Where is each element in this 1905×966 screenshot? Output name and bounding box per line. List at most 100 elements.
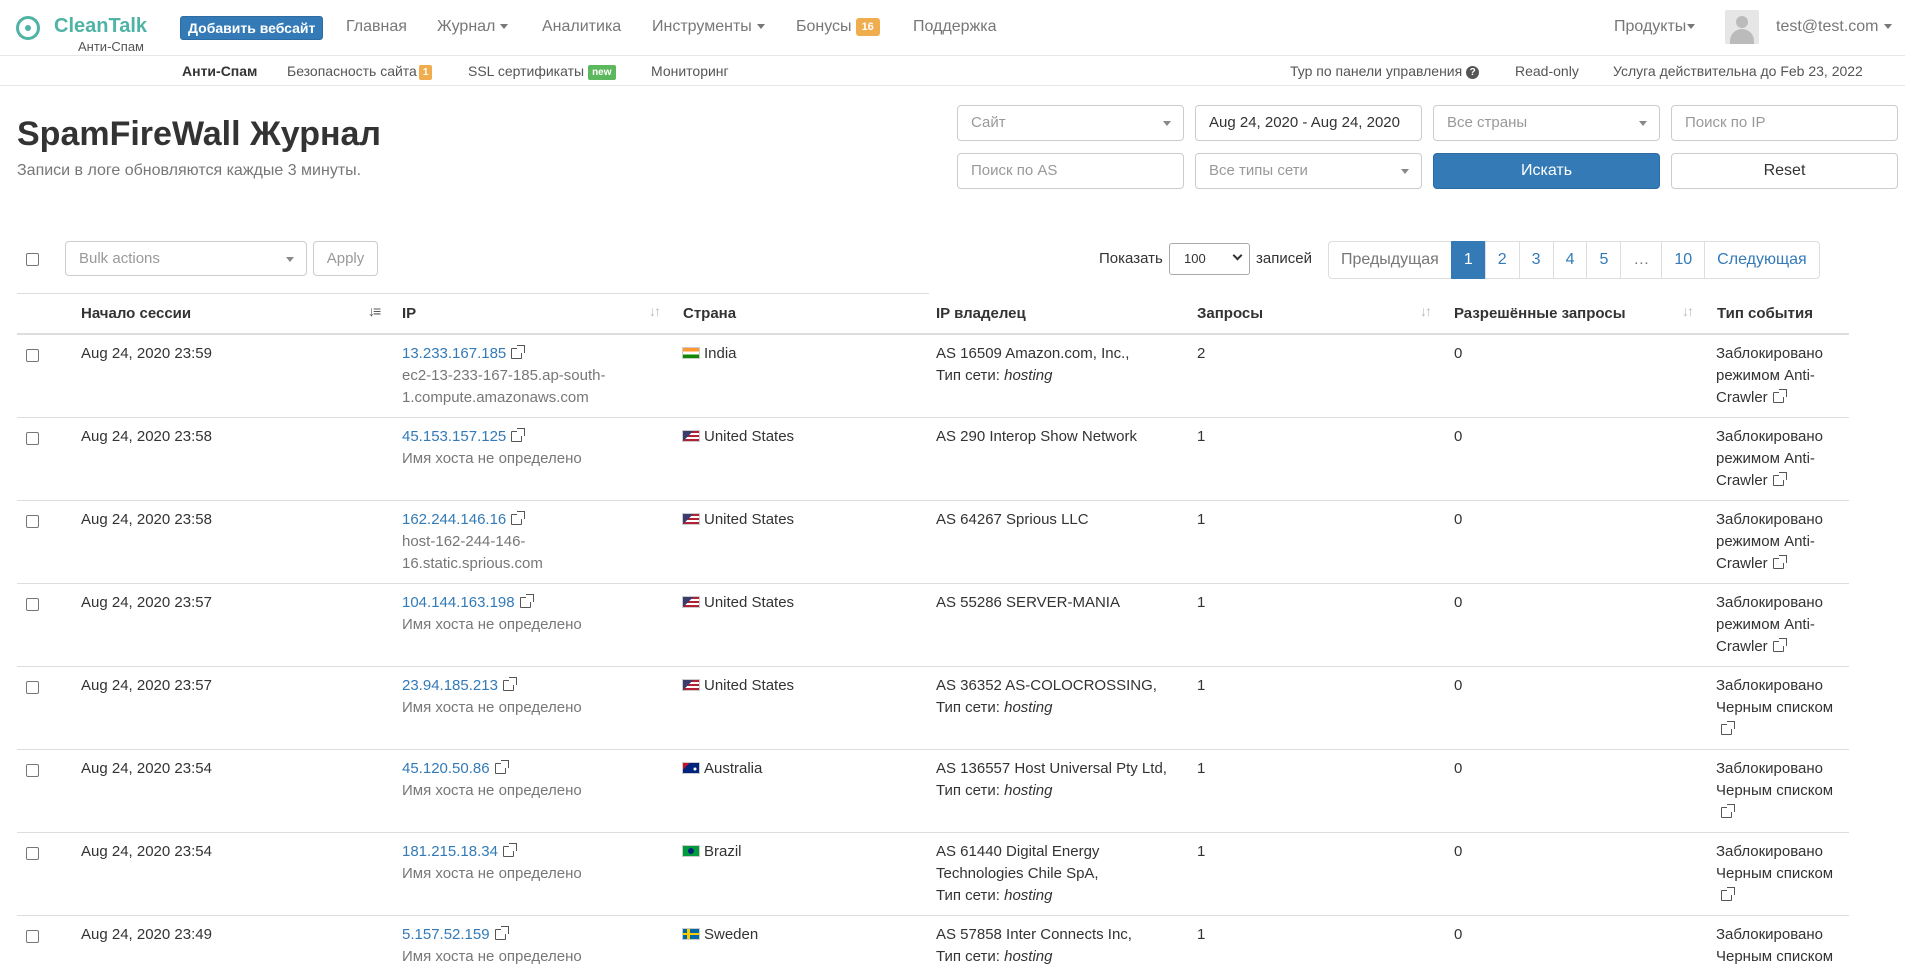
external-link-icon[interactable] <box>1772 389 1787 403</box>
ip-link[interactable]: 23.94.185.213 <box>402 677 498 694</box>
nav-products-label: Продукты <box>1614 18 1687 35</box>
ip-link[interactable]: 45.120.50.86 <box>402 760 490 777</box>
country-cell: United States <box>682 426 794 448</box>
ip-link[interactable]: 13.233.167.185 <box>402 345 506 362</box>
row-checkbox[interactable] <box>26 598 39 611</box>
pagination-page[interactable]: 1 <box>1450 241 1486 279</box>
subnav-monitoring[interactable]: Мониторинг <box>651 63 729 79</box>
requests-count: 1 <box>1197 428 1206 445</box>
as-search-input[interactable]: Поиск по AS <box>957 153 1184 189</box>
nav-analytics[interactable]: Аналитика <box>542 17 621 37</box>
dashboard-tour-link[interactable]: Тур по панели управления? <box>1290 63 1480 79</box>
chevron-down-icon <box>1232 250 1243 261</box>
external-link-icon[interactable] <box>511 511 526 525</box>
pagination-page[interactable]: 5 <box>1586 241 1622 279</box>
readonly-link[interactable]: Read-only <box>1515 63 1579 79</box>
external-link-icon[interactable] <box>1721 804 1735 818</box>
external-link-icon[interactable] <box>1721 721 1735 735</box>
nav-home[interactable]: Главная <box>346 17 407 37</box>
ip-owner: AS 290 Interop Show Network <box>936 428 1137 445</box>
ip-link[interactable]: 5.157.52.159 <box>402 926 490 943</box>
col-session-start[interactable]: Начало сессии <box>81 305 191 322</box>
pagination-page[interactable]: 3 <box>1518 241 1554 279</box>
add-website-button[interactable]: Добавить вебсайт <box>180 16 324 40</box>
row-checkbox[interactable] <box>26 764 39 777</box>
subnav-security[interactable]: Безопасность сайта 1 <box>287 63 433 80</box>
pagination: Предыдущая 1 2 3 4 5 … 10 Следующая <box>1328 241 1820 279</box>
row-checkbox[interactable] <box>26 515 39 528</box>
ip-link[interactable]: 181.215.18.34 <box>402 843 498 860</box>
ip-link[interactable]: 104.144.163.198 <box>402 594 515 611</box>
nav-bonuses[interactable]: Бонусы 16 <box>796 17 880 37</box>
ip-search-input[interactable]: Поиск по IP <box>1671 105 1898 141</box>
network-type-select[interactable]: Все типы сети <box>1195 153 1422 189</box>
avatar[interactable] <box>1725 10 1759 44</box>
pagination-page[interactable]: 4 <box>1552 241 1588 279</box>
col-ip-owner: IP владелец <box>936 305 1026 322</box>
network-type-label: Все типы сети <box>1209 162 1308 179</box>
allowed-requests-count: 0 <box>1454 345 1463 362</box>
pagination-page[interactable]: 2 <box>1484 241 1520 279</box>
subnav-ssl[interactable]: SSL сертификаты new <box>468 63 616 80</box>
question-circle-icon: ? <box>1466 65 1480 79</box>
cleantalk-logo[interactable]: CleanTalk <box>16 14 147 40</box>
nav-tools[interactable]: Инструменты <box>652 17 765 37</box>
external-link-icon[interactable] <box>494 760 509 774</box>
pagination-page[interactable]: 10 <box>1661 241 1706 279</box>
sort-icon[interactable]: ↓↑ <box>1682 303 1694 319</box>
network-label: Тип сети: <box>936 948 1000 965</box>
row-checkbox[interactable] <box>26 930 39 943</box>
search-button[interactable]: Искать <box>1433 153 1660 189</box>
nav-products[interactable]: Продукты <box>1614 17 1696 37</box>
event-type-cell: Заблокировано режимом Anti- Crawler <box>1716 592 1851 658</box>
ip-owner-cell: AS 64267 Sprious LLC <box>936 509 1186 531</box>
subnav-antispam[interactable]: Анти-Спам <box>182 63 257 79</box>
event-type: Заблокировано <box>1716 926 1823 943</box>
external-link-icon[interactable] <box>1772 638 1787 652</box>
row-checkbox[interactable] <box>26 349 39 362</box>
row-checkbox[interactable] <box>26 681 39 694</box>
bulk-actions-select[interactable]: Bulk actions <box>65 241 307 276</box>
ip-cell: 181.215.18.34 Имя хоста не определено <box>402 841 652 885</box>
apply-button[interactable]: Apply <box>313 241 378 276</box>
external-link-icon[interactable] <box>511 345 526 359</box>
event-type-cell: Заблокировано режимом Anti- Crawler <box>1716 343 1851 409</box>
date-range-input[interactable]: Aug 24, 2020 - Aug 24, 2020 <box>1195 105 1422 141</box>
select-all-checkbox[interactable] <box>26 253 39 266</box>
country-cell: Australia <box>682 758 762 780</box>
requests-count: 1 <box>1197 926 1206 943</box>
external-link-icon[interactable] <box>494 926 509 940</box>
hostname: Имя хоста не определено <box>402 699 582 716</box>
countries-select[interactable]: Все страны <box>1433 105 1660 141</box>
external-link-icon[interactable] <box>519 594 534 608</box>
nav-log[interactable]: Журнал <box>437 17 509 37</box>
nav-support[interactable]: Поддержка <box>913 17 996 37</box>
site-select[interactable]: Сайт <box>957 105 1184 141</box>
col-allowed-requests[interactable]: Разрешённые запросы <box>1454 305 1626 322</box>
sort-desc-icon[interactable]: ↓≡ <box>368 303 381 319</box>
ip-owner: AS 64267 Sprious LLC <box>936 511 1089 528</box>
row-checkbox[interactable] <box>26 847 39 860</box>
external-link-icon[interactable] <box>1721 887 1735 901</box>
pagination-prev[interactable]: Предыдущая <box>1328 241 1452 279</box>
ip-link[interactable]: 162.244.146.16 <box>402 511 506 528</box>
external-link-icon[interactable] <box>502 843 517 857</box>
ip-link[interactable]: 45.153.157.125 <box>402 428 506 445</box>
external-link-icon[interactable] <box>502 677 517 691</box>
pagination-next[interactable]: Следующая <box>1704 241 1820 279</box>
user-menu[interactable]: test@test.com <box>1776 17 1892 37</box>
sort-icon[interactable]: ↓↑ <box>649 303 661 319</box>
reset-button[interactable]: Reset <box>1671 153 1898 189</box>
col-requests[interactable]: Запросы <box>1197 305 1263 322</box>
sort-icon[interactable]: ↓↑ <box>1420 303 1432 319</box>
allowed-requests-count: 0 <box>1454 511 1463 528</box>
row-divider <box>17 417 1849 418</box>
external-link-icon[interactable] <box>511 428 526 442</box>
per-page-select[interactable]: 100 <box>1169 243 1250 275</box>
col-ip[interactable]: IP <box>402 305 416 322</box>
external-link-icon[interactable] <box>1772 472 1787 486</box>
external-link-icon[interactable] <box>1772 555 1787 569</box>
logo-icon <box>16 16 40 40</box>
event-type-cont2: Crawler <box>1716 638 1768 655</box>
row-checkbox[interactable] <box>26 432 39 445</box>
